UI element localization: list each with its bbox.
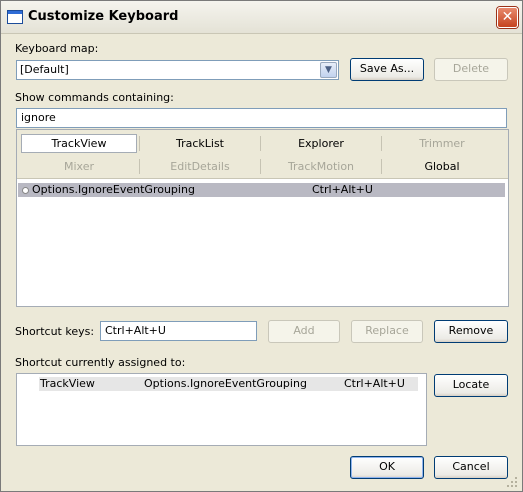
shortcut-keys-value: Ctrl+Alt+U: [105, 324, 166, 337]
tab-divider: [260, 159, 261, 174]
filter-label: Show commands containing:: [15, 91, 174, 104]
assigned-label: Shortcut currently assigned to:: [15, 356, 186, 369]
title-bar[interactable]: Customize Keyboard ✕: [1, 1, 522, 34]
window-icon: [7, 10, 23, 24]
delete-button[interactable]: Delete: [434, 58, 508, 81]
tab-explorer[interactable]: Explorer: [263, 135, 379, 152]
close-icon: ✕: [501, 9, 514, 25]
assigned-context: TrackView: [40, 377, 95, 390]
tab-global[interactable]: Global: [384, 158, 500, 175]
tab-trackmotion[interactable]: TrackMotion: [263, 158, 379, 175]
assigned-keys: Ctrl+Alt+U: [344, 377, 405, 390]
keyboard-map-value: [Default]: [20, 63, 69, 76]
ok-button[interactable]: OK: [350, 456, 424, 479]
assigned-list: TrackView Options.IgnoreEventGrouping Ct…: [16, 373, 427, 446]
add-button[interactable]: Add: [268, 320, 340, 343]
remove-button[interactable]: Remove: [434, 320, 508, 343]
bullet-icon: [22, 187, 29, 194]
resize-grip-icon[interactable]: [506, 476, 518, 488]
tab-divider: [139, 159, 140, 174]
tab-tracklist[interactable]: TrackList: [142, 135, 258, 152]
customize-keyboard-dialog: Customize Keyboard ✕ Keyboard map: [Defa…: [0, 0, 523, 492]
command-shortcut: Ctrl+Alt+U: [312, 183, 373, 196]
assigned-row[interactable]: TrackView Options.IgnoreEventGrouping Ct…: [39, 377, 418, 391]
tab-divider: [381, 159, 382, 174]
tab-editdetails[interactable]: EditDetails: [142, 158, 258, 175]
tab-divider: [381, 136, 382, 151]
cancel-button[interactable]: Cancel: [434, 456, 508, 479]
close-button[interactable]: ✕: [497, 7, 518, 28]
context-tabs: TrackView TrackList Explorer Trimmer Mix…: [17, 130, 508, 179]
keyboard-map-select[interactable]: [Default] ▼: [16, 60, 339, 80]
tab-divider: [260, 136, 261, 151]
keyboard-map-label: Keyboard map:: [15, 42, 99, 55]
command-filter-value: ignore: [21, 111, 56, 124]
dialog-title: Customize Keyboard: [28, 9, 179, 24]
tab-trimmer[interactable]: Trimmer: [384, 135, 500, 152]
chevron-down-icon[interactable]: ▼: [320, 62, 337, 78]
command-filter-input[interactable]: ignore: [16, 108, 507, 128]
tab-mixer[interactable]: Mixer: [21, 158, 137, 175]
shortcut-keys-label: Shortcut keys:: [15, 325, 95, 338]
assigned-command: Options.IgnoreEventGrouping: [144, 377, 307, 390]
replace-button[interactable]: Replace: [351, 320, 423, 343]
save-as-button[interactable]: Save As...: [350, 58, 424, 81]
tab-trackview[interactable]: TrackView: [21, 134, 137, 153]
locate-button[interactable]: Locate: [434, 374, 508, 397]
commands-panel: TrackView TrackList Explorer Trimmer Mix…: [16, 129, 509, 307]
shortcut-keys-input[interactable]: Ctrl+Alt+U: [100, 321, 257, 341]
tab-divider: [139, 136, 140, 151]
command-name: Options.IgnoreEventGrouping: [32, 183, 195, 196]
command-row[interactable]: Options.IgnoreEventGrouping Ctrl+Alt+U: [18, 183, 505, 197]
